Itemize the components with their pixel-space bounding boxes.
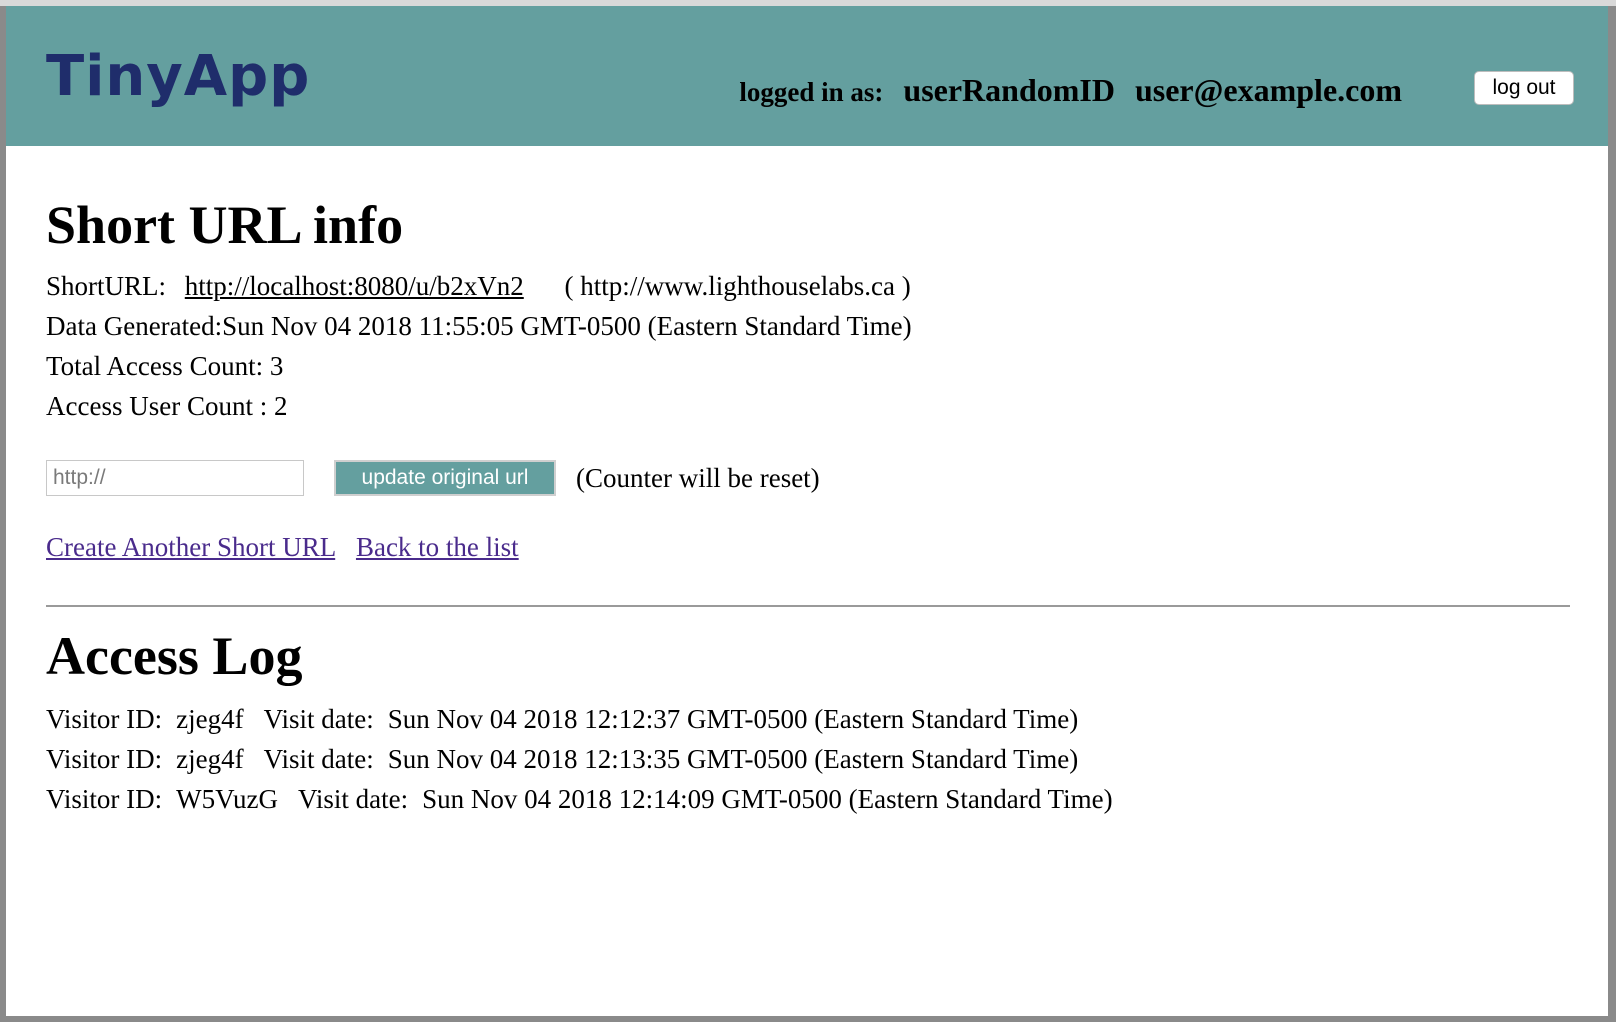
visit-date-label: Visit date: bbox=[263, 704, 374, 734]
main-content: Short URL info ShortURL: http://localhos… bbox=[46, 190, 1576, 819]
short-url-link[interactable]: http://localhost:8080/u/b2xVn2 bbox=[185, 271, 524, 301]
nav-links: Create Another Short URL Back to the lis… bbox=[46, 532, 1576, 563]
visitor-id: zjeg4f bbox=[176, 744, 244, 774]
access-user-count: Access User Count : 2 bbox=[46, 391, 288, 421]
visitor-label: Visitor ID: bbox=[46, 744, 163, 774]
create-short-url-link[interactable]: Create Another Short URL bbox=[46, 532, 335, 562]
visitor-label: Visitor ID: bbox=[46, 704, 163, 734]
visit-date-label: Visit date: bbox=[297, 784, 409, 814]
app-logo[interactable]: TinyApp bbox=[46, 42, 310, 112]
logout-button[interactable]: log out bbox=[1474, 71, 1574, 105]
visit-date: Sun Nov 04 2018 12:12:37 GMT-0500 (Easte… bbox=[387, 704, 1079, 734]
update-url-form: update original url (Counter will be res… bbox=[46, 458, 1576, 498]
navbar: TinyApp logged in as: userRandomID user@… bbox=[6, 6, 1608, 146]
short-url-line: ShortURL: http://localhost:8080/u/b2xVn2… bbox=[46, 266, 1576, 306]
counter-reset-note: (Counter will be reset) bbox=[576, 462, 820, 493]
date-generated: Data Generated:Sun Nov 04 2018 11:55:05 … bbox=[46, 311, 912, 341]
original-url: ( http://www.lighthouselabs.ca ) bbox=[564, 271, 911, 301]
login-info: logged in as: userRandomID user@example.… bbox=[739, 72, 1402, 109]
logged-in-label: logged in as: bbox=[739, 77, 884, 107]
visitor-id: zjeg4f bbox=[176, 704, 244, 734]
update-url-button[interactable]: update original url bbox=[334, 460, 556, 496]
url-info: ShortURL: http://localhost:8080/u/b2xVn2… bbox=[46, 266, 1576, 426]
short-url-label: ShortURL: bbox=[46, 271, 167, 301]
visit-date: Sun Nov 04 2018 12:14:09 GMT-0500 (Easte… bbox=[422, 784, 1113, 814]
access-log-list: Visitor ID: zjeg4f Visit date: Sun Nov 04 2… bbox=[46, 699, 1576, 819]
user-id: userRandomID bbox=[903, 72, 1115, 108]
access-log-title: Access Log bbox=[46, 626, 303, 686]
original-url-input[interactable] bbox=[46, 460, 304, 496]
visit-date-label: Visit date: bbox=[263, 744, 374, 774]
page-title: Short URL info bbox=[46, 195, 404, 255]
visit-date: Sun Nov 04 2018 12:13:35 GMT-0500 (Easte… bbox=[387, 744, 1079, 774]
list-item: Visitor ID: zjeg4f Visit date: Sun Nov 04 2… bbox=[46, 699, 1576, 739]
list-item: Visitor ID: W5VuzG Visit date: Sun Nov 04 2… bbox=[46, 779, 1576, 819]
visitor-label: Visitor ID: bbox=[46, 784, 163, 814]
user-email: user@example.com bbox=[1134, 72, 1402, 108]
visitor-id: W5VuzG bbox=[176, 784, 278, 814]
list-item: Visitor ID: zjeg4f Visit date: Sun Nov 04 2… bbox=[46, 739, 1576, 779]
total-access-count: Total Access Count: 3 bbox=[46, 351, 284, 381]
back-to-list-link[interactable]: Back to the list bbox=[356, 532, 519, 562]
divider bbox=[46, 605, 1570, 607]
